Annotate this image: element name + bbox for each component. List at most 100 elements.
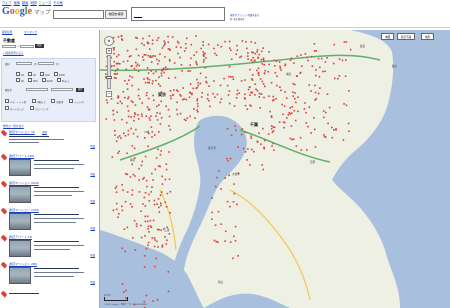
listing-marker-icon[interactable] — [211, 218, 213, 220]
listing-marker-icon[interactable] — [270, 127, 273, 130]
listing-marker-icon[interactable] — [200, 47, 202, 50]
listing-marker-icon[interactable] — [121, 102, 123, 105]
listing-marker-icon[interactable] — [146, 106, 149, 108]
property-thumbnail[interactable] — [9, 159, 31, 176]
listing-marker-icon[interactable] — [338, 75, 341, 77]
listing-marker-icon[interactable] — [129, 203, 132, 205]
listing-marker-icon[interactable] — [315, 74, 317, 77]
listing-marker-icon[interactable] — [297, 96, 299, 98]
listing-marker-icon[interactable] — [115, 202, 118, 205]
listing-marker-icon[interactable] — [150, 115, 152, 117]
listing-marker-icon[interactable] — [148, 108, 151, 111]
listing-marker-icon[interactable] — [305, 122, 308, 124]
option-1r[interactable]: 1R — [16, 72, 24, 77]
listing-marker-icon[interactable] — [151, 39, 154, 41]
listing-marker-icon[interactable] — [129, 176, 132, 178]
listing-marker-icon[interactable] — [333, 43, 336, 46]
checkbox[interactable] — [51, 99, 56, 103]
listing-marker-icon[interactable] — [283, 121, 286, 124]
listing-marker-icon[interactable] — [154, 55, 156, 57]
listing-marker-icon[interactable] — [140, 236, 143, 239]
listing-marker-icon[interactable] — [199, 82, 202, 85]
listing-marker-icon[interactable] — [236, 89, 239, 92]
listing-marker-icon[interactable] — [204, 52, 206, 55]
listing-marker-icon[interactable] — [145, 179, 148, 182]
listing-marker-icon[interactable] — [341, 59, 344, 62]
listing-marker-icon[interactable] — [168, 125, 170, 127]
listing-marker-icon[interactable] — [260, 143, 262, 145]
listing-marker-icon[interactable] — [195, 51, 198, 53]
property-thumbnail[interactable] — [9, 213, 31, 230]
listing-marker-icon[interactable] — [126, 226, 129, 229]
listing-marker-icon[interactable] — [235, 129, 237, 132]
listing-marker-icon[interactable] — [137, 88, 140, 91]
listing-marker-icon[interactable] — [256, 51, 258, 53]
nav-maps[interactable]: 地図 — [30, 0, 36, 5]
listing-marker-icon[interactable] — [150, 126, 153, 128]
zoom-slider[interactable] — [106, 55, 112, 89]
listing-marker-icon[interactable] — [137, 54, 140, 57]
option-1k[interactable]: 1K — [28, 72, 36, 77]
option-2dk[interactable]: 2DK — [27, 78, 38, 83]
listing-marker-icon[interactable] — [137, 94, 140, 97]
maptype-satellite-button[interactable]: 航空写真 — [397, 33, 416, 40]
listing-marker-icon[interactable] — [152, 80, 154, 82]
listing-marker-icon[interactable] — [294, 92, 296, 94]
listing-marker-icon[interactable] — [116, 72, 119, 75]
listing-marker-icon[interactable] — [323, 116, 325, 119]
listing-marker-icon[interactable] — [199, 72, 202, 75]
listing-marker-icon[interactable] — [161, 244, 164, 247]
listing-marker-icon[interactable] — [146, 92, 148, 94]
listing-marker-icon[interactable] — [228, 47, 231, 49]
list-item[interactable]: 賃貸マンション 1LDK 地図 — [0, 207, 97, 235]
listing-marker-icon[interactable] — [184, 43, 187, 45]
listing-marker-icon[interactable] — [305, 111, 307, 114]
listing-marker-icon[interactable] — [284, 64, 286, 67]
listing-marker-icon[interactable] — [159, 112, 161, 115]
listing-marker-icon[interactable] — [149, 48, 151, 50]
listing-marker-icon[interactable] — [179, 93, 181, 96]
listing-marker-icon[interactable] — [153, 99, 155, 102]
listing-marker-icon[interactable] — [131, 194, 133, 196]
listing-marker-icon[interactable] — [155, 115, 157, 117]
listing-marker-icon[interactable] — [143, 255, 146, 257]
listing-marker-icon[interactable] — [207, 93, 209, 96]
listing-marker-icon[interactable] — [230, 134, 233, 137]
listing-marker-icon[interactable] — [126, 105, 129, 108]
checkbox[interactable] — [28, 72, 33, 76]
listing-marker-icon[interactable] — [188, 91, 191, 94]
listing-marker-icon[interactable] — [240, 80, 243, 82]
listing-marker-icon[interactable] — [262, 83, 265, 85]
list-item[interactable]: 賃貸マンション 2LDK 地図 — [0, 180, 97, 208]
listing-marker-icon[interactable] — [175, 108, 178, 111]
listing-marker-icon[interactable] — [118, 135, 121, 137]
listing-marker-icon[interactable] — [203, 55, 205, 57]
listing-marker-icon[interactable] — [268, 95, 270, 97]
listing-marker-icon[interactable] — [176, 40, 179, 43]
listing-marker-icon[interactable] — [217, 241, 219, 243]
result-map-link[interactable]: 地図 — [90, 226, 95, 230]
listing-marker-icon[interactable] — [182, 87, 184, 89]
listing-marker-icon[interactable] — [164, 178, 167, 181]
listing-marker-icon[interactable] — [314, 128, 316, 131]
listing-marker-icon[interactable] — [215, 54, 218, 56]
listing-marker-icon[interactable] — [163, 71, 165, 74]
listing-marker-icon[interactable] — [294, 119, 297, 122]
listing-marker-icon[interactable] — [114, 70, 117, 72]
query-textarea[interactable] — [131, 7, 225, 21]
listing-marker-icon[interactable] — [289, 137, 292, 140]
listing-marker-icon[interactable] — [159, 123, 162, 125]
listing-marker-icon[interactable] — [169, 190, 172, 193]
listing-marker-icon[interactable] — [135, 61, 137, 64]
listing-marker-icon[interactable] — [261, 80, 264, 83]
listing-marker-icon[interactable] — [307, 125, 309, 128]
listing-marker-icon[interactable] — [315, 50, 317, 52]
listing-marker-icon[interactable] — [180, 64, 183, 66]
listing-marker-icon[interactable] — [300, 54, 302, 56]
listing-marker-icon[interactable] — [320, 57, 323, 60]
listing-marker-icon[interactable] — [319, 66, 321, 69]
listing-marker-icon[interactable] — [133, 119, 135, 122]
listing-marker-icon[interactable] — [183, 50, 186, 52]
listing-marker-icon[interactable] — [145, 294, 148, 297]
listing-marker-icon[interactable] — [127, 133, 130, 136]
